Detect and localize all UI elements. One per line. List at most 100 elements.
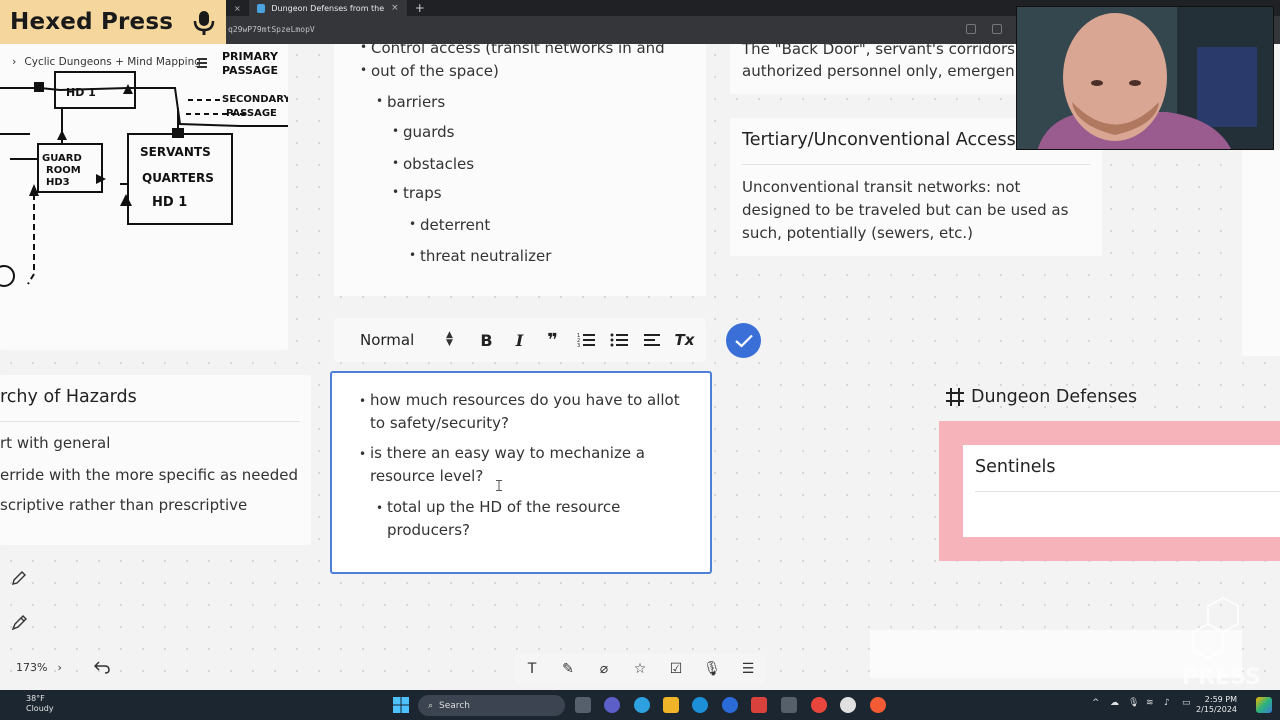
svg-text:3: 3 bbox=[577, 343, 580, 348]
pencil-tool-icon[interactable] bbox=[9, 568, 29, 588]
italic-button[interactable]: I bbox=[503, 331, 536, 350]
search-placeholder: Search bbox=[439, 700, 470, 711]
sketch-label-room: ROOM bbox=[46, 165, 81, 176]
search-icon: ⌕ bbox=[428, 700, 434, 711]
bullet-list-button[interactable] bbox=[602, 332, 635, 348]
chevron-right-icon[interactable]: › bbox=[57, 661, 61, 674]
taskbar-search[interactable]: ⌕ Search bbox=[418, 695, 565, 716]
app-icon-4[interactable] bbox=[840, 697, 856, 713]
card-divider bbox=[742, 164, 1090, 165]
eyedropper-tool-icon[interactable] bbox=[9, 613, 29, 633]
notes-tool-icon[interactable]: ☰ bbox=[738, 661, 758, 677]
sentinels-heading: Sentinels bbox=[975, 457, 1056, 477]
microphone-tool-icon[interactable]: 🎙 bbox=[702, 661, 722, 677]
system-tray: ^ ☁ 🎙 ≋ ♪ ▭ bbox=[1092, 698, 1192, 708]
pen-tool-icon[interactable]: ✎ bbox=[558, 661, 578, 677]
tab-favicon-icon bbox=[256, 3, 266, 13]
clock-time: 2:59 PM bbox=[1204, 695, 1238, 704]
menu-icon[interactable] bbox=[197, 58, 207, 70]
ordered-list-button[interactable]: 123 bbox=[569, 332, 602, 348]
star-tool-icon[interactable]: ☆ bbox=[630, 661, 650, 677]
onedrive-icon[interactable]: ☁ bbox=[1110, 698, 1120, 708]
sketch-label-hd3: HD3 bbox=[46, 177, 70, 188]
app-icon-1[interactable] bbox=[634, 697, 650, 713]
extension-icon[interactable] bbox=[966, 24, 976, 34]
offscreen-card[interactable] bbox=[1242, 150, 1280, 356]
control-item-guards: guards bbox=[392, 123, 455, 141]
close-tab-icon[interactable]: × bbox=[391, 3, 399, 13]
windows-taskbar: 38°F Cloudy ⌕ Search ^ ☁ 🎙 ≋ ♪ ▭ 2:59 PM… bbox=[0, 690, 1280, 720]
frame-hash-icon bbox=[946, 388, 964, 406]
hierarchy-of-hazards-card[interactable]: rchy of Hazards rt with general erride w… bbox=[0, 375, 311, 545]
frame-title[interactable]: Dungeon Defenses bbox=[945, 387, 1137, 407]
microphone-icon bbox=[193, 11, 215, 35]
sketch-card[interactable]: PRIMARY PASSAGE SECONDARY PASSAGE HD 1 G… bbox=[0, 44, 291, 350]
control-access-card[interactable]: Control access (transit networks in and … bbox=[334, 38, 706, 296]
text-tool-icon[interactable]: T bbox=[522, 661, 542, 677]
sketch-label-secondary-1: SECONDARY bbox=[222, 94, 288, 105]
sketch-label-quarters: QUARTERS bbox=[142, 171, 214, 185]
paragraph-style-select[interactable]: Normal ▲ ▼ bbox=[360, 330, 460, 350]
presenter-video bbox=[1017, 7, 1273, 149]
tray-chevron-icon[interactable]: ^ bbox=[1092, 698, 1102, 708]
editor-item-3: total up the HD of the resource producer… bbox=[376, 496, 657, 542]
mic-tray-icon[interactable]: 🎙 bbox=[1128, 698, 1139, 708]
sketch-label-guard: GUARD bbox=[42, 153, 82, 164]
taskbar-clock[interactable]: 2:59 PM 2/15/2024 bbox=[1196, 695, 1237, 715]
clock-date: 2/15/2024 bbox=[1196, 705, 1238, 714]
app-icon-2[interactable] bbox=[751, 697, 767, 713]
tertiary-heading: Tertiary/Unconventional Access bbox=[742, 130, 1016, 150]
control-item-deterrent: deterrent bbox=[409, 216, 490, 234]
dungeon-map-sketch: PRIMARY PASSAGE SECONDARY PASSAGE HD 1 G… bbox=[0, 50, 291, 287]
confirm-button[interactable] bbox=[726, 323, 761, 358]
webcam-feed bbox=[1016, 6, 1274, 150]
address-bar-actions bbox=[966, 24, 1002, 34]
chrome-icon[interactable] bbox=[811, 697, 827, 713]
teams-icon[interactable] bbox=[604, 697, 620, 713]
breadcrumb[interactable]: › Cyclic Dungeons + Mind Mapping bbox=[12, 55, 201, 68]
ordered-list-icon: 123 bbox=[577, 333, 595, 348]
align-left-icon bbox=[643, 334, 660, 346]
note-editor[interactable]: how much resources do you have to allot … bbox=[330, 371, 712, 574]
hierarchy-item-1: rt with general bbox=[0, 434, 111, 452]
attach-tool-icon[interactable]: ⌀ bbox=[594, 661, 614, 677]
weather-temp: 38°F bbox=[26, 694, 45, 703]
copilot-icon[interactable] bbox=[1256, 697, 1272, 713]
sketch-label-hd1b: HD 1 bbox=[152, 195, 187, 210]
wifi-icon[interactable]: ≋ bbox=[1146, 698, 1156, 708]
start-menu-icon[interactable] bbox=[393, 697, 409, 713]
select-arrows-icon: ▲ ▼ bbox=[446, 330, 453, 348]
task-view-icon[interactable] bbox=[575, 697, 591, 713]
app-icon-3[interactable] bbox=[781, 697, 797, 713]
new-tab-icon[interactable]: + bbox=[407, 1, 425, 15]
back-door-line2: authorized personnel only, emergen bbox=[742, 62, 1015, 80]
zoom-control[interactable]: 173% › bbox=[16, 661, 62, 674]
clear-format-button[interactable]: Tx bbox=[668, 331, 701, 349]
hexed-press-logo: Hexed Press bbox=[0, 0, 226, 44]
quote-button[interactable]: ❞ bbox=[536, 330, 569, 351]
align-button[interactable] bbox=[635, 332, 668, 348]
edge-icon[interactable] bbox=[692, 697, 708, 713]
bold-button[interactable]: B bbox=[470, 331, 503, 350]
hierarchy-heading: rchy of Hazards bbox=[0, 387, 137, 407]
zoom-level: 173% bbox=[16, 661, 48, 674]
checklist-tool-icon[interactable]: ☑ bbox=[666, 661, 686, 677]
edge-dev-icon[interactable] bbox=[722, 697, 738, 713]
undo-button[interactable] bbox=[93, 660, 110, 678]
sketch-label-hd1: HD 1 bbox=[66, 86, 96, 99]
checkmark-icon bbox=[734, 334, 753, 348]
read-aloud-icon[interactable] bbox=[992, 24, 1002, 34]
frame-title-text: Dungeon Defenses bbox=[971, 387, 1138, 407]
tertiary-body: Unconventional transit networks: not des… bbox=[742, 178, 1069, 242]
tab-dungeon-defenses[interactable]: Dungeon Defenses from the Per × bbox=[248, 0, 407, 16]
chrome-profile-icon[interactable] bbox=[870, 697, 886, 713]
url-text[interactable]: q29wP79mtSpzeLmopV bbox=[228, 25, 315, 34]
bottom-toolbar: T ✎ ⌀ ☆ ☑ 🎙 ☰ bbox=[514, 654, 766, 684]
sentinels-card[interactable]: Sentinels bbox=[963, 445, 1280, 537]
chevron-right-icon[interactable]: › bbox=[12, 55, 16, 68]
battery-icon[interactable]: ▭ bbox=[1182, 698, 1192, 708]
volume-icon[interactable]: ♪ bbox=[1164, 698, 1174, 708]
file-explorer-icon[interactable] bbox=[663, 697, 679, 713]
tab-close-previous[interactable]: × bbox=[226, 0, 249, 16]
weather-widget[interactable]: 38°F Cloudy bbox=[6, 694, 54, 714]
